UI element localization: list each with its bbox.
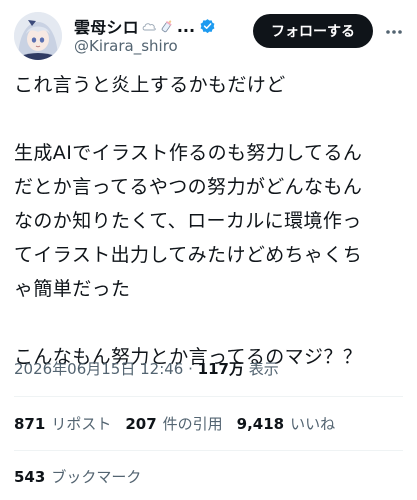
more-button[interactable]: [382, 20, 406, 44]
tweet-line: ゃ簡単だった: [14, 278, 131, 300]
view-count: 117万: [197, 360, 244, 378]
engagement-stats: 871 リポスト 207 件の引用 9,418 いいね: [14, 413, 349, 434]
quotes-stat[interactable]: 207 件の引用: [125, 413, 222, 434]
likes-count: 9,418: [236, 415, 285, 433]
likes-stat[interactable]: 9,418 いいね: [237, 413, 335, 434]
divider: [14, 450, 403, 451]
quotes-count: 207: [125, 415, 157, 433]
name-ellipsis: ...: [176, 16, 196, 36]
more-icon: [386, 30, 402, 34]
likes-label: いいね: [290, 415, 336, 433]
tweet-line: なのか知りたくて、ローカルに環境作っ: [14, 210, 362, 232]
quotes-label: 件の引用: [162, 415, 223, 433]
bookmarks-stat[interactable]: 543 ブックマーク: [14, 466, 141, 487]
follow-button[interactable]: フォローする: [253, 14, 373, 48]
tweet-meta: 2026年06月15日 12:46 · 117万 表示: [14, 358, 279, 379]
tweet-line: これ言うと炎上するかもだけど: [14, 74, 286, 96]
verified-badge-icon: [200, 18, 215, 33]
display-name[interactable]: 雲母シロ: [74, 14, 139, 38]
view-label: 表示: [243, 360, 279, 378]
tweet-line: 生成AIでイラスト作るのも努力してるん: [14, 142, 363, 164]
baby-bottle-icon: [161, 20, 172, 33]
bookmarks-count: 543: [14, 468, 46, 486]
avatar-icon: [14, 12, 62, 60]
avatar[interactable]: [14, 12, 62, 60]
cloud-icon: [142, 23, 156, 31]
reposts-label: リポスト: [51, 415, 112, 433]
tweet-timestamp[interactable]: 2026年06月15日 12:46 ·: [14, 360, 198, 378]
tweet-line: てイラスト出力してみたけどめちゃくち: [14, 244, 363, 266]
reposts-count: 871: [14, 415, 46, 433]
name-row: 雲母シロ ...: [74, 14, 216, 38]
divider: [14, 396, 403, 397]
user-handle[interactable]: @Kirara_shiro: [74, 37, 178, 55]
bookmarks-label: ブックマーク: [51, 468, 142, 486]
reposts-stat[interactable]: 871 リポスト: [14, 413, 111, 434]
tweet-text: これ言うと炎上するかもだけど 生成AIでイラスト作るのも努力してるん だとか言っ…: [14, 68, 410, 374]
tweet-line: だとか言ってるやつの努力がどんなもん: [14, 176, 363, 198]
tweet-header: 雲母シロ ... @Kirara_shiro フォローする: [0, 0, 417, 64]
